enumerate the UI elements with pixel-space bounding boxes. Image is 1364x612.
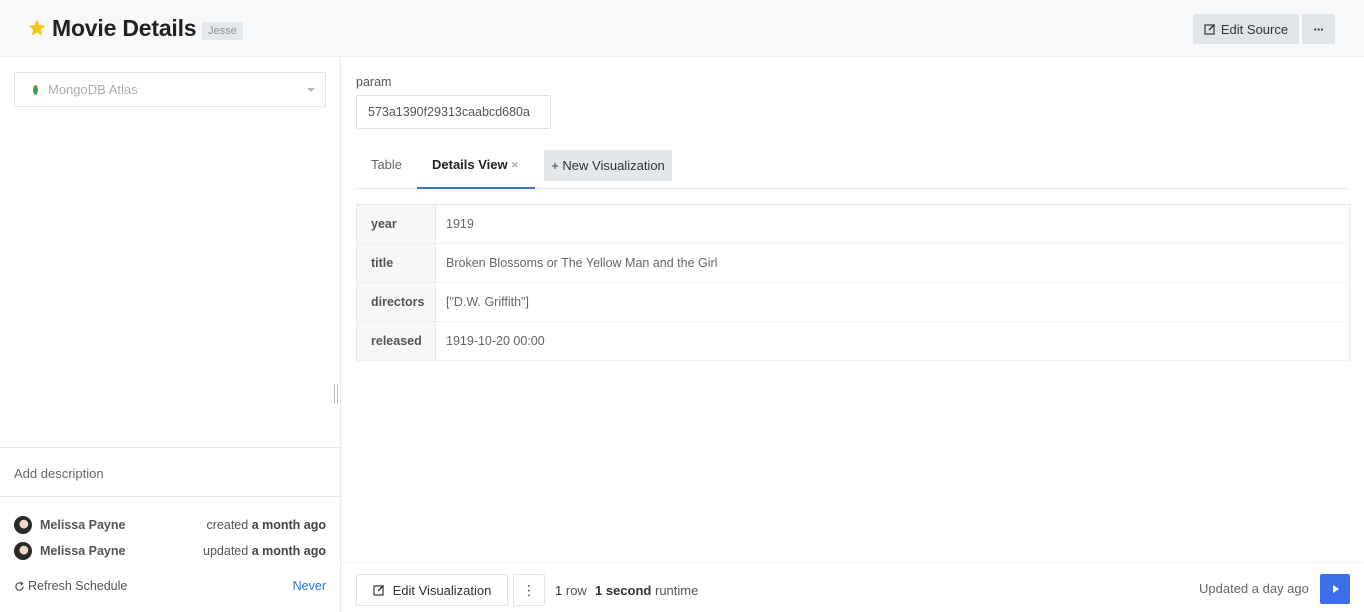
query-sidebar: MongoDB Atlas Add description Melissa Pa… [0, 57, 341, 612]
play-icon [1333, 585, 1339, 593]
user-name: Melissa Payne [40, 518, 126, 532]
refresh-schedule-label: Refresh Schedule [28, 579, 128, 593]
row-count: 1 row [555, 583, 587, 598]
user-name: Melissa Payne [40, 544, 126, 558]
visualization-menu-button[interactable]: ⋮ [513, 574, 545, 606]
meta-action: created a month ago [206, 518, 327, 532]
data-source-label: MongoDB Atlas [48, 82, 138, 97]
table-row: released 1919-10-20 00:00 [356, 321, 1350, 361]
refresh-schedule-row: Refresh Schedule Never [14, 579, 326, 593]
close-icon[interactable]: × [511, 150, 519, 180]
page-title[interactable]: Movie Details [52, 15, 197, 42]
refresh-schedule-link[interactable]: Never [293, 579, 326, 593]
execute-button[interactable] [1320, 574, 1350, 604]
add-description[interactable]: Add description [0, 447, 340, 497]
edit-visualization-label: Edit Visualization [392, 582, 492, 598]
mongodb-leaf-icon [33, 84, 38, 95]
updated-timestamp: Updated a day ago [1199, 581, 1309, 596]
field-value: ["D.W. Griffith"] [435, 282, 1350, 322]
more-options-button[interactable]: ··· [1302, 14, 1335, 44]
tab-details-view[interactable]: Details View × [417, 150, 535, 189]
pane-resize-handle[interactable] [334, 384, 338, 404]
param-label: param [356, 75, 392, 89]
table-row: directors ["D.W. Griffith"] [356, 282, 1350, 322]
edit-source-button[interactable]: Edit Source [1193, 14, 1299, 44]
field-key: released [356, 321, 436, 361]
edit-source-label: Edit Source [1220, 21, 1289, 37]
tab-details-label: Details View [432, 157, 508, 172]
param-input[interactable] [356, 95, 551, 129]
created-by-row: Melissa Payne created a month ago [14, 515, 326, 535]
data-source-select[interactable]: MongoDB Atlas [14, 72, 326, 107]
page-header: Movie Details Jesse Edit Source ··· [0, 0, 1364, 57]
refresh-icon [15, 580, 24, 591]
edit-icon [373, 585, 384, 596]
field-key: title [356, 243, 436, 283]
edit-icon [1204, 24, 1215, 35]
avatar [14, 542, 32, 560]
field-key: year [356, 204, 436, 244]
updated-by-row: Melissa Payne updated a month ago [14, 541, 326, 561]
field-value: Broken Blossoms or The Yellow Man and th… [435, 243, 1350, 283]
new-visualization-button[interactable]: + New Visualization [544, 150, 672, 181]
tab-table[interactable]: Table [356, 150, 417, 189]
avatar [14, 516, 32, 534]
field-value: 1919-10-20 00:00 [435, 321, 1350, 361]
table-row: year 1919 [356, 204, 1350, 244]
owner-tag: Jesse [202, 22, 243, 40]
table-row: title Broken Blossoms or The Yellow Man … [356, 243, 1350, 283]
query-results-area: param Table Details View × + New Visuali… [341, 57, 1364, 562]
field-value: 1919 [435, 204, 1350, 244]
results-footer: Edit Visualization ⋮ 1 row 1 second runt… [341, 562, 1364, 612]
details-table: year 1919 title Broken Blossoms or The Y… [356, 204, 1350, 361]
favorite-star-icon[interactable] [27, 18, 47, 38]
field-key: directors [356, 282, 436, 322]
edit-visualization-button[interactable]: Edit Visualization [356, 574, 508, 606]
meta-action: updated a month ago [203, 544, 326, 558]
visualization-tabs: Table Details View × + New Visualization [356, 150, 1350, 189]
runtime: 1 second runtime [595, 583, 699, 598]
caret-down-icon [307, 88, 315, 92]
